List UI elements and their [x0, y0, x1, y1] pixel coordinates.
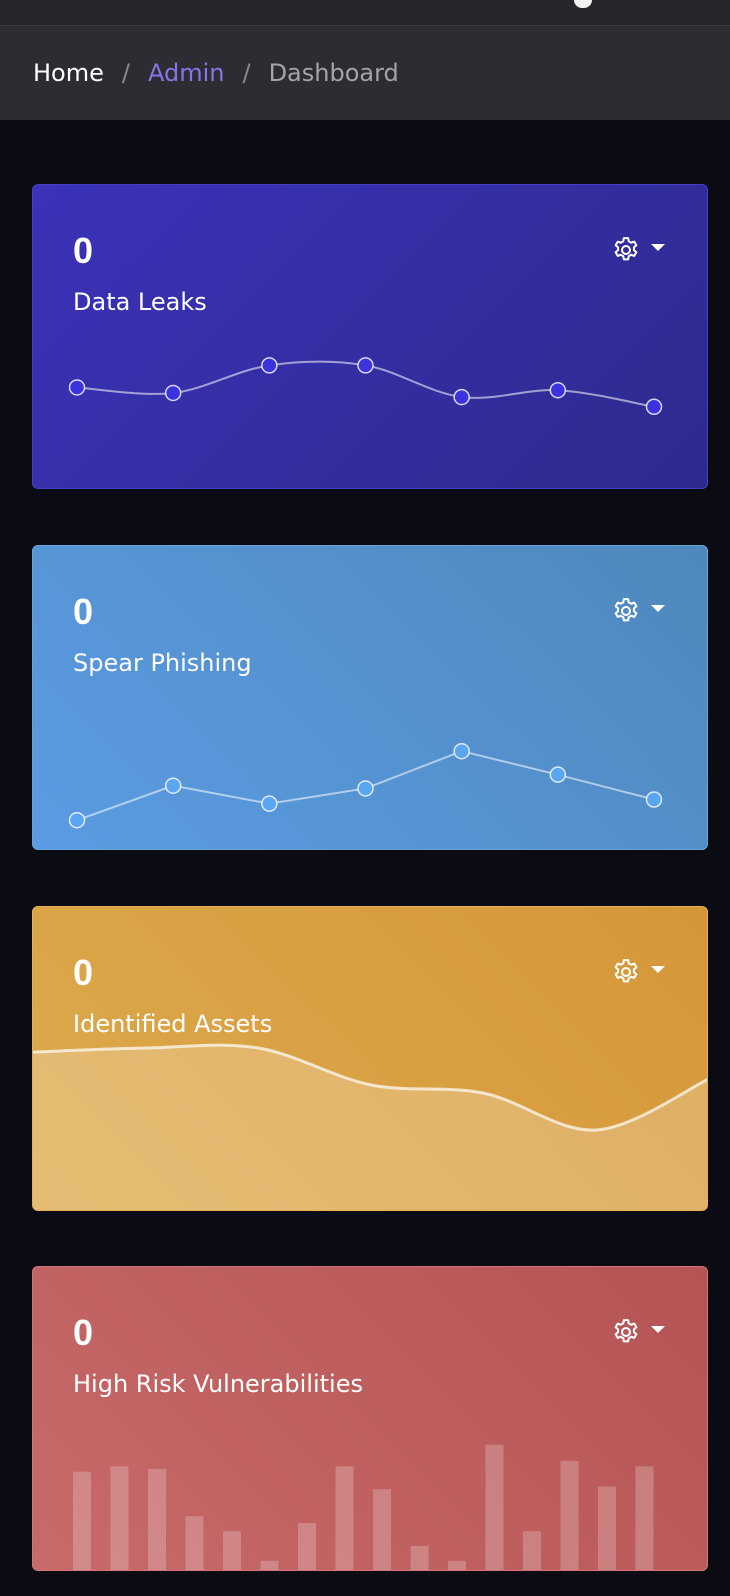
data-point: [357, 357, 374, 374]
breadcrumb-bar: Home / Admin / Dashboard: [0, 26, 730, 120]
card-value: 0: [73, 591, 94, 632]
data-point: [645, 791, 663, 808]
data-leaks-chart: [68, 357, 663, 416]
breadcrumb-separator: /: [121, 59, 130, 87]
card-settings-dropdown[interactable]: [611, 1315, 669, 1349]
data-point: [261, 357, 278, 374]
card-settings-dropdown[interactable]: [611, 233, 669, 267]
bar: [635, 1466, 654, 1570]
card-value: 0: [73, 230, 94, 271]
gear-icon: [614, 1319, 638, 1343]
high-risk-vulnerabilities-card: 0 High Risk Vulnerabilities: [32, 1266, 708, 1571]
caret-down-icon: [651, 1325, 665, 1333]
bar: [148, 1469, 166, 1570]
data-point: [261, 795, 278, 812]
card-label: Spear Phishing: [73, 649, 252, 677]
data-point: [68, 811, 86, 829]
spear-phishing-chart: [68, 742, 663, 829]
identified-assets-card: 0 Identified Assets: [32, 906, 708, 1211]
card-value: 0: [73, 1312, 94, 1353]
card-value: 0: [73, 952, 94, 993]
caret-down-icon: [651, 243, 665, 251]
high-risk-vulnerabilities-chart: [73, 1444, 654, 1570]
card-settings-dropdown[interactable]: [611, 955, 669, 989]
gear-icon: [614, 598, 638, 622]
data-point: [164, 777, 182, 794]
breadcrumb-separator: /: [242, 59, 251, 87]
data-leaks-card: 0 Data Leaks: [32, 184, 708, 489]
spear-phishing-card: 0 Spear Phishing: [32, 545, 708, 850]
card-label: High Risk Vulnerabilities: [73, 1370, 363, 1398]
card-label: Data Leaks: [73, 288, 207, 316]
caret-down-icon: [651, 604, 665, 612]
breadcrumb: Home / Admin / Dashboard: [33, 58, 399, 88]
data-point: [645, 398, 663, 416]
bar: [260, 1560, 279, 1570]
bar: [298, 1523, 316, 1570]
card-settings-dropdown[interactable]: [611, 594, 669, 628]
bar: [448, 1560, 466, 1570]
identified-assets-chart: [33, 1043, 707, 1210]
data-point: [357, 780, 374, 797]
bar: [598, 1486, 616, 1570]
bar: [373, 1489, 391, 1570]
bar: [335, 1466, 354, 1570]
breadcrumb-admin[interactable]: Admin: [148, 58, 225, 88]
gear-icon: [614, 237, 638, 261]
bar: [485, 1444, 504, 1570]
data-point: [453, 742, 470, 760]
data-point: [549, 766, 567, 783]
data-point: [68, 379, 86, 396]
bar: [73, 1471, 91, 1570]
caret-down-icon: [651, 965, 665, 973]
breadcrumb-home[interactable]: Home: [33, 58, 104, 88]
user-avatar-edge[interactable]: [574, 0, 592, 8]
top-bar: [0, 0, 730, 26]
bar: [185, 1516, 204, 1570]
data-point: [164, 384, 182, 402]
bar: [410, 1545, 429, 1570]
gear-icon: [614, 959, 638, 983]
bar: [110, 1466, 129, 1570]
bar: [560, 1460, 579, 1570]
bar: [523, 1531, 541, 1570]
bar: [223, 1531, 241, 1570]
card-label: Identified Assets: [73, 1010, 273, 1038]
data-point: [453, 388, 470, 406]
breadcrumb-current: Dashboard: [268, 59, 399, 87]
data-point: [549, 381, 567, 399]
